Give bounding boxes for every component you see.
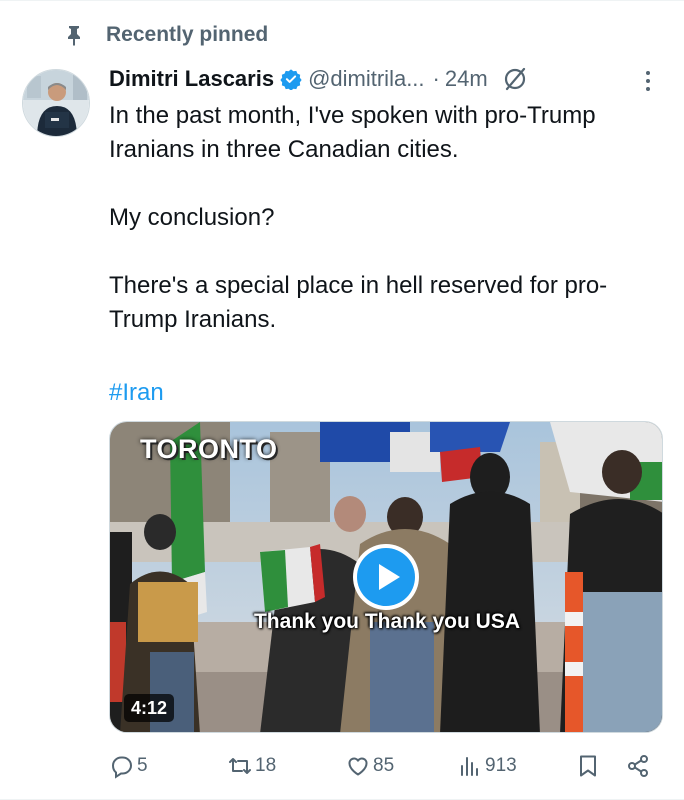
views-icon xyxy=(461,757,478,776)
tweet-paragraph: There's a special place in hell reserved… xyxy=(109,272,608,333)
tweet-paragraph: In the past month, I've spoken with pro-… xyxy=(109,102,596,163)
pinned-indicator: Recently pinned xyxy=(62,20,268,50)
verified-icon xyxy=(280,68,302,91)
tweet-text: In the past month, I've spoken with pro-… xyxy=(109,99,669,337)
video-duration: 4:12 xyxy=(124,694,175,722)
reply-button[interactable]: 5 xyxy=(109,750,148,782)
top-divider xyxy=(0,0,684,1)
grok-icon[interactable] xyxy=(502,66,528,92)
video-caption: Thank you Thank you USA xyxy=(253,610,521,633)
author-name[interactable]: Dimitri Lascaris xyxy=(109,66,274,92)
views-count: 913 xyxy=(485,755,517,776)
tweet-header: Dimitri Lascaris @dimitrila... · 24m xyxy=(109,62,528,96)
play-button[interactable] xyxy=(353,544,419,610)
bookmark-icon xyxy=(580,755,596,777)
views-button[interactable]: 913 xyxy=(457,750,517,782)
more-icon[interactable] xyxy=(638,68,658,94)
repost-count: 18 xyxy=(255,755,277,776)
timestamp[interactable]: 24m xyxy=(445,66,488,92)
pinned-label: Recently pinned xyxy=(106,23,269,46)
bookmark-button[interactable] xyxy=(575,750,601,782)
tweet-paragraph: My conclusion? xyxy=(109,204,275,231)
hashtag-link[interactable]: #Iran xyxy=(109,376,164,410)
like-count: 85 xyxy=(373,755,395,776)
reply-count: 5 xyxy=(137,755,148,776)
like-button[interactable]: 85 xyxy=(345,750,394,782)
play-icon xyxy=(357,548,415,606)
repost-button[interactable]: 18 xyxy=(227,750,276,782)
share-icon xyxy=(628,755,648,777)
reply-icon xyxy=(111,756,133,779)
video-player[interactable]: TORONTO Thank you Thank you USA 4:12 xyxy=(109,421,663,733)
like-icon xyxy=(348,757,368,776)
action-bar: 5 18 85 913 xyxy=(109,750,669,782)
author-handle[interactable]: @dimitrila... xyxy=(308,66,424,92)
repost-icon xyxy=(229,758,251,774)
pin-icon xyxy=(62,23,86,47)
video-overlay-title: TORONTO xyxy=(140,434,278,464)
header-separator: · xyxy=(432,66,440,91)
avatar[interactable] xyxy=(22,69,90,137)
share-button[interactable] xyxy=(625,750,651,782)
